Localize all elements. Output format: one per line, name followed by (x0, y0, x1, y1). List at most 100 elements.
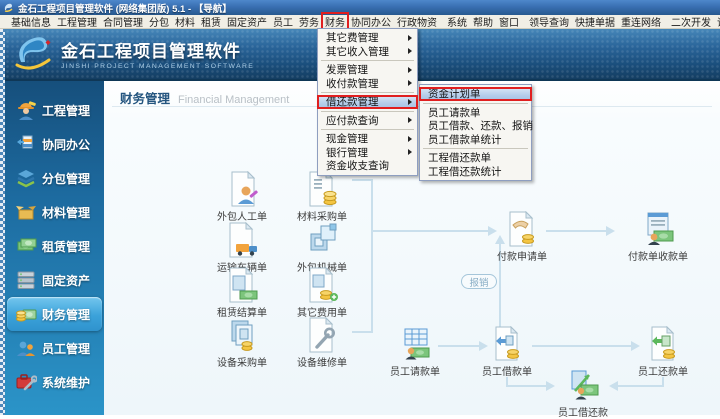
menu-separator (321, 60, 414, 61)
menu-item-material[interactable]: 材料 (172, 13, 198, 30)
sidebar-item-label: 分包管理 (42, 170, 90, 187)
flow-node-label: 员工还款单 (625, 367, 701, 378)
menu-item-label: 收付款管理 (326, 76, 379, 91)
finance-coins-icon (15, 304, 37, 324)
submenu-item-project-loan[interactable]: 工程借还款单 (420, 151, 531, 165)
flow-node-label: 员工借还款 (545, 408, 621, 419)
menu-separator (423, 103, 528, 104)
menu-item-label: 资金收支查询 (326, 158, 389, 173)
flow-node[interactable]: 员工借款单 (469, 326, 545, 378)
sidebar-item-project-mgmt[interactable]: 工程管理 (7, 93, 102, 127)
labor-doc-icon (226, 171, 258, 207)
equipment-repair-icon (306, 317, 338, 353)
finance-menu-item-invoice[interactable]: 发票管理 (318, 63, 417, 77)
finance-menu-item-bank-mgmt[interactable]: 银行管理 (318, 146, 417, 160)
material-purchase-icon (306, 171, 338, 207)
page-subtitle: Financial Management (178, 94, 289, 106)
flow-node[interactable]: 付款单收款单 (620, 211, 696, 263)
flow-node[interactable]: 其它费用单 (284, 267, 360, 319)
sidebar-item-fixed-assets[interactable]: 固定资产 (7, 263, 102, 297)
flow-node[interactable]: 设备采购单 (204, 317, 280, 369)
material-box-icon (15, 202, 37, 222)
sidebar-item-system-maintenance[interactable]: 系统维护 (7, 365, 102, 399)
flow-node[interactable]: 材料采购单 (284, 171, 360, 223)
sidebar-item-lease[interactable]: 租赁管理 (7, 229, 102, 263)
flow-node-label: 设备维修单 (284, 358, 360, 369)
flow-node[interactable]: 租赁结算单 (204, 267, 280, 319)
menu-separator (321, 129, 414, 130)
menu-item-fixed-assets[interactable]: 固定资产 (224, 13, 270, 30)
submenu-arrow-icon (408, 136, 412, 142)
flow-node[interactable]: 外包人工单 (204, 171, 280, 223)
menu-item-basic-info[interactable]: 基础信息 (8, 13, 54, 30)
flow-node[interactable]: 设备维修单 (284, 317, 360, 369)
equipment-purchase-icon (226, 317, 258, 353)
sidebar-item-employee-mgmt[interactable]: 员工管理 (7, 331, 102, 365)
lease-money-icon (15, 236, 37, 256)
flow-node-label: 付款申请单 (484, 252, 560, 263)
employee-request-icon (399, 326, 431, 362)
flow-node[interactable]: 员工借还款 (545, 367, 621, 419)
menu-item-employee[interactable]: 员工 (270, 13, 296, 30)
sidebar-item-subcontract[interactable]: 分包管理 (7, 161, 102, 195)
submenu-item-fund-plan[interactable]: 资金计划单 (420, 87, 531, 101)
employee-loan-repay-icon (567, 367, 599, 403)
flow-node-label: 设备采购单 (204, 358, 280, 369)
menu-item-lease[interactable]: 租赁 (198, 13, 224, 30)
jinshi-logo-icon (11, 32, 55, 74)
sidebar-item-label: 员工管理 (42, 340, 90, 357)
finance-menu-item-payments[interactable]: 收付款管理 (318, 77, 417, 91)
finance-menu-item-loan-mgmt[interactable]: 借还款管理 (318, 95, 417, 109)
finance-menu-item-other-income[interactable]: 其它收入管理 (318, 45, 417, 59)
menu-item-system[interactable]: 系统 (444, 13, 470, 30)
flow-node-label: 员工借款单 (469, 367, 545, 378)
sidebar-item-label: 系统维护 (42, 374, 90, 391)
menu-item-certificates[interactable]: 证件管理 (714, 13, 720, 30)
sidebar-item-finance[interactable]: 财务管理 (7, 297, 102, 331)
finance-menu-item-fund-query[interactable]: 资金收支查询 (318, 159, 417, 173)
menu-item-window[interactable]: 窗口 (496, 13, 522, 30)
menu-item-label: 借还款管理 (326, 94, 379, 109)
app-logo-icon (3, 2, 14, 13)
submenu-item-employee-request[interactable]: 员工请款单 (420, 106, 531, 120)
finance-menu-item-payable-query[interactable]: 应付款查询 (318, 114, 417, 128)
submenu-arrow-icon (408, 149, 412, 155)
submenu-arrow-icon (408, 48, 412, 54)
sidebar-item-label: 工程管理 (42, 102, 90, 119)
machinery-icon (306, 222, 338, 258)
submenu-arrow-icon (408, 117, 412, 123)
menu-item-label: 应付款查询 (326, 113, 379, 128)
menu-item-contract-mgmt[interactable]: 合同管理 (100, 13, 146, 30)
brand-title: 金石工程项目管理软件 (61, 37, 254, 62)
menu-item-secondary-dev[interactable]: 二次开发 (668, 13, 714, 30)
menu-item-quick-docs[interactable]: 快捷单据 (572, 13, 618, 30)
menu-item-leader-query[interactable]: 领导查询 (526, 13, 572, 30)
submenu-item-project-loan-stats[interactable]: 工程借还款统计 (420, 165, 531, 179)
menu-item-subcontract[interactable]: 分包 (146, 13, 172, 30)
other-expense-icon (306, 267, 338, 303)
menu-separator (321, 111, 414, 112)
office-docs-icon (15, 134, 37, 154)
flow-node-label: 员工请款单 (377, 367, 453, 378)
finance-dropdown-menu: 其它费管理 其它收入管理 发票管理 收付款管理 借还款管理 应付款查询 现金管理… (317, 28, 418, 176)
menu-item-project-mgmt[interactable]: 工程管理 (54, 13, 100, 30)
finance-menu-item-other-fees[interactable]: 其它费管理 (318, 31, 417, 45)
page-header: 财务管理 Financial Management (120, 88, 289, 107)
finance-menu-item-cash-mgmt[interactable]: 现金管理 (318, 132, 417, 146)
sidebar-item-material[interactable]: 材料管理 (7, 195, 102, 229)
subcontract-layers-icon (15, 168, 37, 188)
flow-node[interactable]: 员工还款单 (625, 326, 701, 378)
menu-item-reconnect[interactable]: 重连网络 (618, 13, 664, 30)
submenu-item-employee-loan-repay-reimburse[interactable]: 员工借款、还款、报销 (420, 119, 531, 133)
page-title: 财务管理 (120, 88, 170, 107)
sidebar-item-collaboration[interactable]: 协同办公 (7, 127, 102, 161)
menu-bar: 基础信息 工程管理 合同管理 分包 材料 租赁 固定资产 员工 劳务 财务 协同… (0, 15, 720, 29)
flow-node[interactable]: 员工请款单 (377, 326, 453, 378)
menu-item-label: 工程借还款统计 (428, 164, 502, 179)
menu-item-help[interactable]: 帮助 (470, 13, 496, 30)
flow-node[interactable]: 付款申请单 (484, 211, 560, 263)
submenu-arrow-icon (408, 99, 412, 105)
worker-icon (15, 100, 37, 120)
menu-item-label: 资金计划单 (428, 86, 481, 101)
submenu-item-employee-loan-stats[interactable]: 员工借款单统计 (420, 133, 531, 147)
